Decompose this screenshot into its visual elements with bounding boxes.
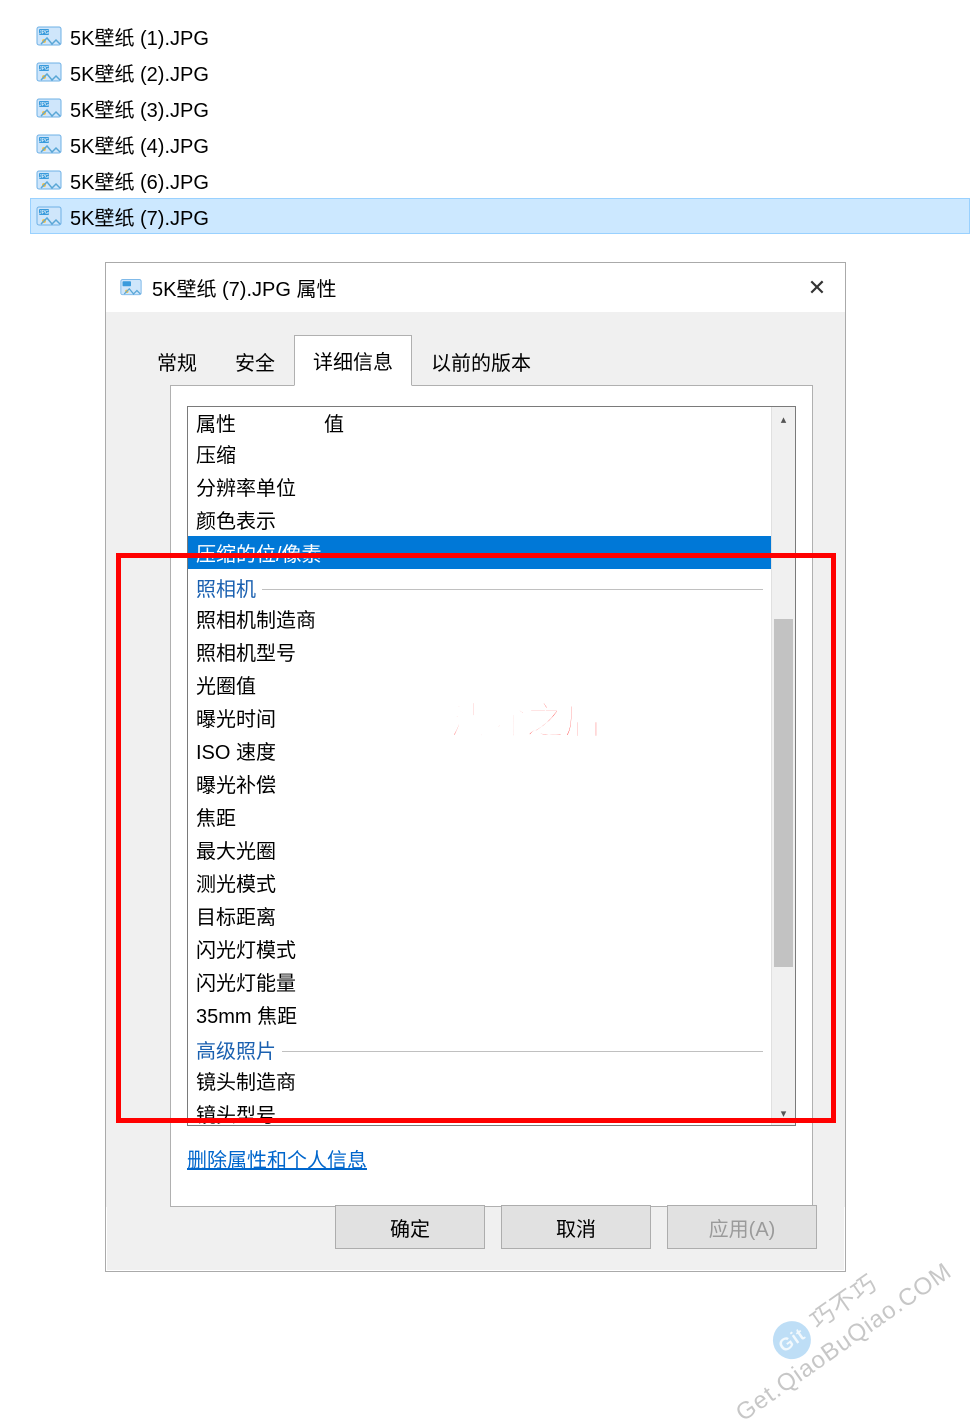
property-row[interactable]: 照相机型号 xyxy=(188,635,771,668)
tab-general[interactable]: 常规 xyxy=(138,336,216,386)
vertical-scrollbar[interactable]: ▴ ▾ xyxy=(771,407,795,1125)
file-list: JPG 5K壁纸 (1).JPG JPG 5K壁纸 (2).JPG JPG 5K… xyxy=(0,0,970,234)
svg-text:JPG: JPG xyxy=(39,102,49,108)
svg-text:JPG: JPG xyxy=(39,138,49,144)
section-camera: 照相机 xyxy=(188,569,771,602)
file-item[interactable]: JPG 5K壁纸 (2).JPG xyxy=(30,54,970,90)
header-value: 值 xyxy=(324,408,344,437)
watermark-line2: Get.QiaoBuQiao.COM xyxy=(731,1257,957,1426)
file-item[interactable]: JPG 5K壁纸 (1).JPG xyxy=(30,18,970,54)
close-icon: ✕ xyxy=(808,275,826,301)
dialog-title: 5K壁纸 (7).JPG 属性 xyxy=(152,273,789,302)
apply-button[interactable]: 应用(A) xyxy=(667,1205,817,1249)
property-row[interactable]: 闪光灯模式 xyxy=(188,932,771,965)
close-button[interactable]: ✕ xyxy=(789,263,845,312)
section-advanced-photo: 高级照片 xyxy=(188,1031,771,1064)
property-row-selected[interactable]: 压缩的位/像素 xyxy=(188,536,771,569)
file-name: 5K壁纸 (6).JPG xyxy=(70,166,209,195)
jpg-icon: JPG xyxy=(36,60,62,84)
jpg-icon: JPG xyxy=(36,96,62,120)
jpg-icon: JPG xyxy=(36,132,62,156)
section-label: 照相机 xyxy=(196,573,256,602)
file-item[interactable]: JPG 5K壁纸 (4).JPG xyxy=(30,126,970,162)
property-row[interactable]: 镜头制造商 xyxy=(188,1064,771,1097)
svg-text:JPG: JPG xyxy=(39,66,49,72)
tab-body: 属性 值 压缩 分辨率单位 颜色表示 压缩的位/像素 照相机 照相机制造商 xyxy=(170,385,813,1207)
watermark-badge-icon: Git xyxy=(766,1313,819,1366)
property-scroll-area[interactable]: 属性 值 压缩 分辨率单位 颜色表示 压缩的位/像素 照相机 照相机制造商 xyxy=(188,407,771,1125)
property-row[interactable]: 镜头型号 xyxy=(188,1097,771,1125)
scroll-track[interactable] xyxy=(772,431,795,1101)
property-row[interactable]: 照相机制造商 xyxy=(188,602,771,635)
scroll-up-icon[interactable]: ▴ xyxy=(772,407,795,431)
section-label: 高级照片 xyxy=(196,1035,276,1064)
svg-text:JPG: JPG xyxy=(39,30,49,36)
section-divider xyxy=(282,1051,763,1052)
property-row[interactable]: 光圈值 xyxy=(188,668,771,701)
jpg-icon: JPG xyxy=(36,168,62,192)
property-row[interactable]: 曝光时间 xyxy=(188,701,771,734)
svg-text:JPG: JPG xyxy=(39,174,49,180)
remove-properties-link[interactable]: 删除属性和个人信息 xyxy=(187,1144,367,1173)
file-name: 5K壁纸 (7).JPG xyxy=(70,202,209,231)
tab-security[interactable]: 安全 xyxy=(216,336,294,386)
tab-row: 常规 安全 详细信息 以前的版本 xyxy=(138,334,845,385)
property-row[interactable]: 最大光圈 xyxy=(188,833,771,866)
tab-details[interactable]: 详细信息 xyxy=(294,335,412,386)
property-row[interactable]: 35mm 焦距 xyxy=(188,998,771,1031)
property-row[interactable]: 曝光补偿 xyxy=(188,767,771,800)
svg-text:JPG: JPG xyxy=(39,210,49,216)
scroll-down-icon[interactable]: ▾ xyxy=(772,1101,795,1125)
property-list: 属性 值 压缩 分辨率单位 颜色表示 压缩的位/像素 照相机 照相机制造商 xyxy=(187,406,796,1126)
scroll-thumb[interactable] xyxy=(774,619,793,967)
cancel-button[interactable]: 取消 xyxy=(501,1205,651,1249)
header-property: 属性 xyxy=(196,408,324,437)
file-item[interactable]: JPG 5K壁纸 (6).JPG xyxy=(30,162,970,198)
file-name: 5K壁纸 (1).JPG xyxy=(70,22,209,51)
file-name: 5K壁纸 (3).JPG xyxy=(70,94,209,123)
property-header: 属性 值 xyxy=(188,407,771,437)
jpg-icon: JPG xyxy=(36,24,62,48)
property-row[interactable]: 测光模式 xyxy=(188,866,771,899)
property-row[interactable]: 压缩 xyxy=(188,437,771,470)
property-row[interactable]: ISO 速度 xyxy=(188,734,771,767)
file-item[interactable]: JPG 5K壁纸 (3).JPG xyxy=(30,90,970,126)
property-row[interactable]: 焦距 xyxy=(188,800,771,833)
property-row[interactable]: 颜色表示 xyxy=(188,503,771,536)
file-item[interactable]: JPG 5K壁纸 (7).JPG xyxy=(30,198,970,234)
file-name: 5K壁纸 (2).JPG xyxy=(70,58,209,87)
watermark-line1: 巧不巧 xyxy=(806,1269,883,1334)
dialog-buttons: 确定 取消 应用(A) xyxy=(335,1205,817,1249)
tab-previous-versions[interactable]: 以前的版本 xyxy=(412,336,550,386)
titlebar[interactable]: 5K壁纸 (7).JPG 属性 ✕ xyxy=(106,263,845,312)
ok-button[interactable]: 确定 xyxy=(335,1205,485,1249)
property-row[interactable]: 目标距离 xyxy=(188,899,771,932)
property-row[interactable]: 闪光灯能量 xyxy=(188,965,771,998)
section-divider xyxy=(262,589,763,590)
property-row[interactable]: 分辨率单位 xyxy=(188,470,771,503)
properties-dialog: 5K壁纸 (7).JPG 属性 ✕ 常规 安全 详细信息 以前的版本 属性 值 … xyxy=(105,262,846,1272)
jpg-icon: JPG xyxy=(36,204,62,228)
jpg-icon xyxy=(120,277,142,299)
tab-area: 常规 安全 详细信息 以前的版本 属性 值 压缩 分辨率单位 颜色表示 压缩的位… xyxy=(106,312,845,1207)
file-name: 5K壁纸 (4).JPG xyxy=(70,130,209,159)
